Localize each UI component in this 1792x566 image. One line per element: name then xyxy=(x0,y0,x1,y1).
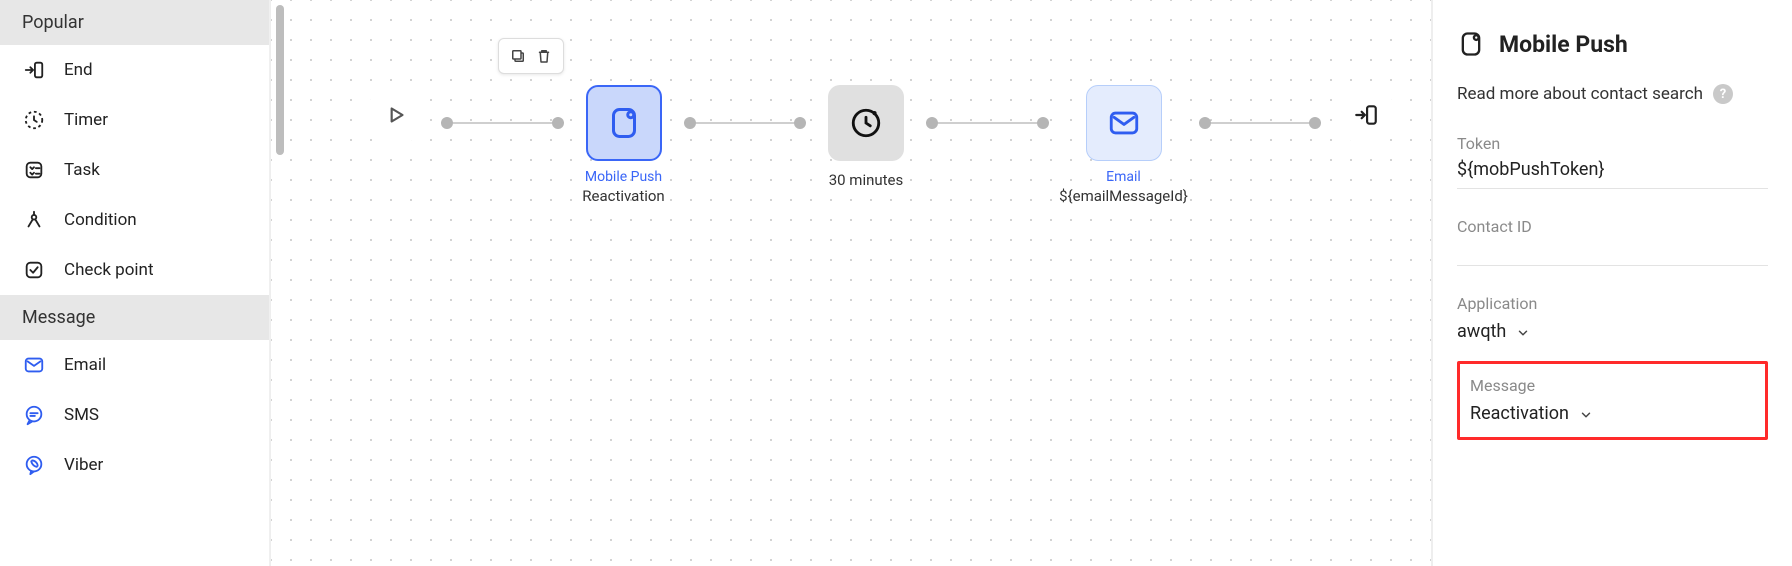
sidebar: Popular End Timer Task Condition Check p… xyxy=(0,0,270,566)
canvas-scrollbar[interactable] xyxy=(276,5,284,155)
sidebar-section-message: Message xyxy=(0,295,269,340)
field-value[interactable] xyxy=(1457,242,1768,266)
node-toolbar xyxy=(498,38,564,74)
field-contact-id[interactable]: Contact ID xyxy=(1457,217,1768,266)
read-more-link[interactable]: Read more about contact search ? xyxy=(1457,84,1768,104)
sidebar-item-label: Check point xyxy=(64,260,154,280)
sidebar-item-label: Timer xyxy=(64,110,108,130)
connector xyxy=(1199,85,1322,161)
field-token[interactable]: Token ${mobPushToken} xyxy=(1457,134,1768,189)
field-label: Application xyxy=(1457,294,1768,313)
sidebar-item-label: SMS xyxy=(64,405,99,425)
field-application[interactable]: Application awqth xyxy=(1457,294,1768,343)
connector xyxy=(926,85,1049,161)
field-label: Contact ID xyxy=(1457,217,1768,236)
select-value: awqth xyxy=(1457,321,1506,342)
sidebar-item-label: Task xyxy=(64,160,100,180)
workflow-canvas[interactable]: Mobile Push Reactivation 30 minutes Emai… xyxy=(270,0,1432,566)
node-timer[interactable]: 30 minutes xyxy=(806,85,926,189)
message-highlight: Message Reactivation xyxy=(1457,361,1768,440)
node-name-label: 30 minutes xyxy=(829,171,904,189)
read-more-text: Read more about contact search xyxy=(1457,84,1703,104)
timer-icon xyxy=(22,108,46,132)
field-label: Message xyxy=(1470,376,1755,395)
field-message[interactable]: Message Reactivation xyxy=(1470,376,1755,425)
panel-title-text: Mobile Push xyxy=(1499,31,1628,58)
delete-button[interactable] xyxy=(533,45,555,67)
condition-icon xyxy=(22,208,46,232)
sidebar-item-label: End xyxy=(64,60,93,80)
workflow-row: Mobile Push Reactivation 30 minutes Emai… xyxy=(351,85,1411,205)
play-icon xyxy=(366,85,426,145)
duplicate-button[interactable] xyxy=(507,45,529,67)
help-icon: ? xyxy=(1713,84,1733,104)
chevron-down-icon xyxy=(1516,324,1530,338)
checkpoint-icon xyxy=(22,258,46,282)
chevron-down-icon xyxy=(1579,406,1593,420)
email-icon xyxy=(1086,85,1162,161)
node-start[interactable] xyxy=(351,85,441,145)
sidebar-item-viber[interactable]: Viber xyxy=(0,440,269,490)
node-name-label: Reactivation xyxy=(582,187,664,205)
sidebar-item-label: Email xyxy=(64,355,106,375)
node-name-label: ${emailMessageId} xyxy=(1059,187,1188,205)
sidebar-item-email[interactable]: Email xyxy=(0,340,269,390)
panel-title: Mobile Push xyxy=(1457,30,1768,58)
task-icon xyxy=(22,158,46,182)
end-icon xyxy=(1336,85,1396,145)
end-icon xyxy=(22,58,46,82)
application-select[interactable]: awqth xyxy=(1457,319,1768,343)
sidebar-item-checkpoint[interactable]: Check point xyxy=(0,245,269,295)
node-type-label: Mobile Push xyxy=(585,169,662,185)
app-root: Popular End Timer Task Condition Check p… xyxy=(0,0,1792,566)
node-email[interactable]: Email ${emailMessageId} xyxy=(1049,85,1199,205)
sms-icon xyxy=(22,403,46,427)
sidebar-item-label: Viber xyxy=(64,455,103,475)
sidebar-item-task[interactable]: Task xyxy=(0,145,269,195)
timer-icon xyxy=(828,85,904,161)
email-icon xyxy=(22,353,46,377)
sidebar-item-label: Condition xyxy=(64,210,137,230)
sidebar-item-sms[interactable]: SMS xyxy=(0,390,269,440)
viber-icon xyxy=(22,453,46,477)
select-value: Reactivation xyxy=(1470,403,1569,424)
sidebar-item-end[interactable]: End xyxy=(0,45,269,95)
mobile-push-icon xyxy=(1457,30,1485,58)
sidebar-item-condition[interactable]: Condition xyxy=(0,195,269,245)
sidebar-section-popular: Popular xyxy=(0,0,269,45)
message-select[interactable]: Reactivation xyxy=(1470,401,1755,425)
node-end[interactable] xyxy=(1321,85,1411,145)
connector xyxy=(684,85,807,161)
properties-panel: Mobile Push Read more about contact sear… xyxy=(1432,0,1792,566)
connector xyxy=(441,85,564,161)
mobile-push-icon xyxy=(586,85,662,161)
field-label: Token xyxy=(1457,134,1768,153)
node-mobile-push[interactable]: Mobile Push Reactivation xyxy=(564,85,684,205)
field-value[interactable]: ${mobPushToken} xyxy=(1457,159,1768,189)
sidebar-item-timer[interactable]: Timer xyxy=(0,95,269,145)
node-type-label: Email xyxy=(1106,169,1141,185)
